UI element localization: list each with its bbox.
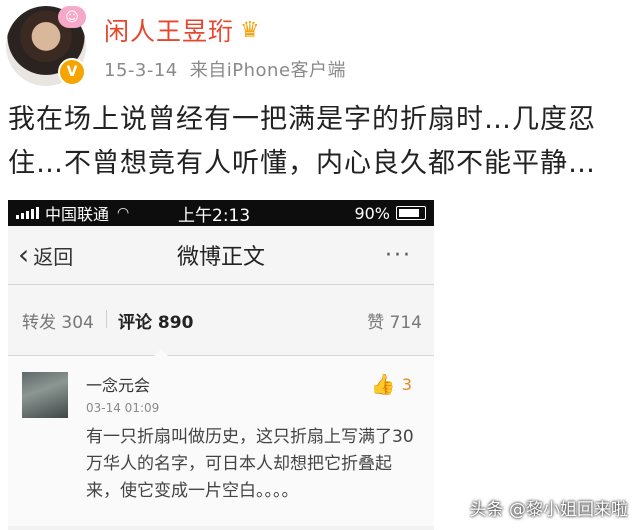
smile-badge-icon: ☺: [58, 6, 86, 28]
comment-item: 一念元会 03-14 01:09 👍 3 有一只折扇叫做历史，这只折扇上写满了3…: [8, 356, 434, 526]
watermark: 头条 @黎小姐回来啦: [469, 500, 628, 520]
battery-percent: 90%: [354, 203, 390, 223]
post-stats-tabs: 转发 304 评论 890 赞 714: [8, 285, 434, 356]
nav-bar: ‹ 返回 微博正文 ···: [8, 226, 434, 285]
comment-text: 有一只折扇叫做历史，这只折扇上写满了30万华人的名字，可日本人却想把它折叠起来，…: [86, 427, 414, 501]
signal-icon: [16, 207, 39, 219]
status-time: 上午2:13: [178, 205, 251, 226]
post-text: 我在场上说曾经有一把满是字的折扇时…几度忍住…不曾想竟有人听懂，内心良久都不能平…: [8, 104, 596, 179]
comment-time: 03-14 01:09: [86, 401, 160, 415]
comment-like-button[interactable]: 👍 3: [371, 372, 412, 396]
more-icon[interactable]: ···: [385, 243, 412, 268]
wifi-icon: ◠: [117, 205, 130, 221]
carrier-label: 中国联通: [45, 205, 110, 224]
battery-icon: [396, 206, 426, 220]
status-bar: 中国联通 ◠ 上午2:13 90%: [8, 200, 434, 226]
crown-icon: ♛: [240, 17, 261, 43]
author-name-text[interactable]: 闲人王昱珩: [104, 12, 234, 48]
post-meta: 15-3-14 来自iPhone客户端: [104, 56, 358, 82]
active-tab-caret: [154, 349, 168, 356]
commenter-name[interactable]: 一念元会: [86, 372, 150, 396]
nav-title: 微博正文: [176, 245, 265, 270]
post-source: 来自iPhone客户端: [189, 60, 347, 81]
commenter-avatar[interactable]: [22, 372, 68, 418]
comment-like-count: 3: [401, 374, 412, 394]
tab-repost[interactable]: 转发 304: [22, 308, 94, 333]
thumbs-up-icon: 👍: [370, 372, 396, 396]
post-date: 15-3-14: [104, 60, 178, 81]
tab-likes[interactable]: 赞 714: [367, 308, 422, 333]
verified-icon: V: [58, 58, 86, 86]
author-name[interactable]: 闲人王昱珩 ♛: [104, 12, 261, 48]
tab-comments[interactable]: 评论 890: [105, 308, 193, 333]
embedded-screenshot: 中国联通 ◠ 上午2:13 90% ‹ 返回 微博正文 ··· 转发 304 评…: [8, 200, 434, 530]
